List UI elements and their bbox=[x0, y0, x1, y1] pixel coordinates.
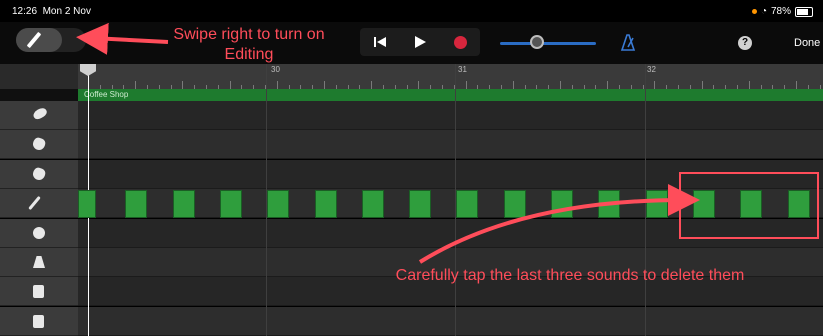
ruler-tick bbox=[748, 81, 750, 89]
bar-number: 32 bbox=[647, 65, 656, 74]
hand-icon bbox=[31, 136, 47, 153]
note-block[interactable] bbox=[551, 190, 573, 218]
edit-toggle[interactable] bbox=[16, 28, 86, 52]
track-header[interactable] bbox=[0, 218, 78, 248]
note-block[interactable] bbox=[314, 190, 337, 218]
track-header[interactable] bbox=[0, 248, 78, 277]
play-button[interactable] bbox=[400, 28, 440, 56]
track-row[interactable] bbox=[0, 306, 823, 336]
pencil-icon bbox=[26, 31, 42, 49]
ruler-tick bbox=[276, 81, 278, 89]
note-block[interactable] bbox=[456, 190, 479, 218]
volume-slider-knob[interactable] bbox=[530, 35, 544, 49]
transport-controls bbox=[360, 28, 480, 56]
ruler-tick bbox=[324, 81, 325, 89]
ruler-tick bbox=[418, 81, 420, 89]
wifi-icon: ◔ bbox=[760, 6, 767, 17]
track-row[interactable] bbox=[0, 101, 823, 130]
help-button[interactable]: ? bbox=[738, 36, 752, 50]
region-bar[interactable]: Coffee Shop bbox=[78, 89, 823, 101]
annotation-bottom: Carefully tap the last three sounds to d… bbox=[395, 267, 745, 284]
ruler-tick bbox=[371, 81, 373, 89]
region-name: Coffee Shop bbox=[84, 90, 129, 99]
ruler-tick bbox=[701, 81, 703, 89]
done-button[interactable]: Done bbox=[794, 37, 820, 49]
track-header[interactable] bbox=[0, 130, 78, 160]
note-block[interactable] bbox=[503, 190, 526, 218]
cowbell-icon bbox=[33, 256, 45, 268]
note-block[interactable] bbox=[125, 190, 148, 218]
note-block[interactable] bbox=[361, 190, 384, 218]
mic-indicator-icon bbox=[751, 9, 757, 14]
battery-icon bbox=[795, 6, 813, 17]
maraca-icon bbox=[31, 106, 49, 121]
speaker-icon bbox=[33, 314, 44, 328]
speaker-icon bbox=[33, 285, 44, 299]
track-row[interactable] bbox=[0, 130, 823, 160]
play-icon bbox=[415, 36, 426, 48]
note-block[interactable] bbox=[78, 190, 96, 218]
note-block[interactable] bbox=[267, 190, 290, 218]
track-header[interactable] bbox=[0, 159, 78, 189]
note-block[interactable] bbox=[219, 190, 242, 218]
note-block[interactable] bbox=[598, 190, 621, 218]
record-button[interactable] bbox=[440, 28, 480, 56]
bar-number: 31 bbox=[458, 65, 467, 74]
track-header[interactable] bbox=[0, 101, 78, 130]
status-time: 12:26 Mon 2 Nov bbox=[12, 6, 91, 17]
shaker-icon bbox=[28, 196, 41, 211]
ruler-tick bbox=[135, 81, 137, 89]
volume-slider[interactable] bbox=[500, 42, 596, 45]
ruler-tick bbox=[512, 81, 514, 89]
ruler-tick bbox=[607, 81, 609, 89]
note-block[interactable] bbox=[172, 190, 195, 218]
rewind-button[interactable] bbox=[360, 28, 400, 56]
region-header-gap bbox=[0, 89, 78, 101]
battery-percent: 78% bbox=[770, 6, 791, 17]
bar-number: 30 bbox=[271, 65, 280, 74]
rewind-icon bbox=[374, 37, 386, 47]
ruler-tick bbox=[229, 81, 231, 89]
edit-toggle-knob[interactable] bbox=[16, 28, 62, 52]
note-block[interactable] bbox=[645, 190, 668, 218]
toolbar: ? Done bbox=[0, 22, 823, 64]
drum-icon bbox=[33, 226, 45, 239]
track-header[interactable] bbox=[0, 277, 78, 307]
metronome-icon[interactable] bbox=[618, 33, 638, 51]
highlight-box bbox=[679, 172, 819, 239]
ruler-tick bbox=[654, 81, 656, 89]
note-block[interactable] bbox=[409, 190, 432, 218]
record-icon bbox=[453, 35, 467, 49]
annotation-top: Swipe right to turn on Editing bbox=[173, 26, 325, 63]
hand-icon bbox=[31, 166, 47, 182]
ruler-tick bbox=[182, 81, 184, 89]
track-header-top bbox=[0, 64, 78, 89]
timeline-ruler[interactable]: 29 30 31 32 bbox=[78, 64, 823, 89]
track-header[interactable] bbox=[0, 189, 78, 219]
track-header[interactable] bbox=[0, 306, 78, 336]
ruler-tick bbox=[465, 81, 467, 89]
status-right: ◔ 78% bbox=[751, 6, 813, 17]
ruler-tick bbox=[560, 81, 561, 89]
ruler-tick bbox=[796, 81, 797, 89]
status-bar: 12:26 Mon 2 Nov ◔ 78% bbox=[0, 0, 823, 22]
